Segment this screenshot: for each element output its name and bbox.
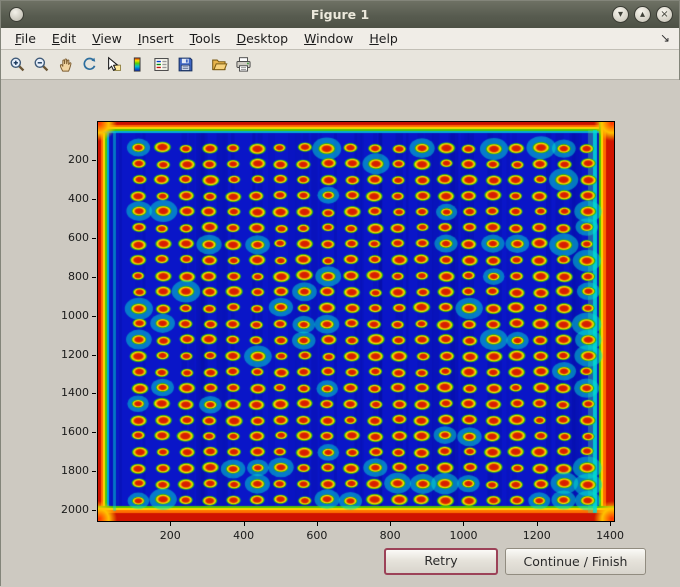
plot-axes — [97, 121, 615, 522]
colorbar-icon[interactable] — [126, 53, 149, 76]
open-folder-icon[interactable] — [208, 53, 231, 76]
tick-mark — [170, 522, 172, 526]
y-tick-label: 1400 — [61, 386, 89, 400]
toolbar — [1, 50, 679, 80]
tick-mark — [610, 522, 612, 526]
maximize-button[interactable]: ▴ — [634, 6, 651, 23]
toolbar-separator — [198, 53, 208, 76]
x-tick-label: 1000 — [449, 529, 478, 542]
tick-mark — [92, 510, 96, 512]
tick-mark — [390, 522, 392, 526]
y-tick-label: 2000 — [61, 503, 89, 517]
window-controls: ▾ ▴ × — [612, 6, 673, 23]
menu-item-insert[interactable]: Insert — [130, 29, 182, 48]
minimize-button[interactable]: ▾ — [612, 6, 629, 23]
save-icon[interactable] — [174, 53, 197, 76]
tick-mark — [92, 471, 96, 473]
pan-hand-icon[interactable] — [54, 53, 77, 76]
figure-window: Figure 1 ▾ ▴ × ↘ File Edit View Insert Tools De… — [0, 0, 680, 587]
y-tick-label: 1200 — [61, 347, 89, 361]
tick-mark — [92, 276, 96, 278]
zoom-out-icon[interactable] — [30, 53, 53, 76]
data-cursor-icon[interactable] — [102, 53, 125, 76]
titlebar[interactable]: Figure 1 ▾ ▴ × — [1, 1, 679, 28]
menubar: ↘ File Edit View Insert Tools Desktop Window He… — [1, 28, 679, 50]
y-tick-label: 1600 — [61, 425, 89, 439]
rotate-3d-icon[interactable] — [78, 53, 101, 76]
menu-item-desktop[interactable]: Desktop — [228, 29, 296, 48]
close-button[interactable]: × — [656, 6, 673, 23]
y-tick-label: 400 — [68, 191, 89, 205]
y-tick-label: 1800 — [61, 464, 89, 478]
tick-mark — [92, 198, 96, 200]
menu-item-tools[interactable]: Tools — [182, 29, 229, 48]
menu-item-view[interactable]: View — [84, 29, 130, 48]
x-tick-label: 600 — [306, 529, 328, 542]
zoom-in-icon[interactable] — [6, 53, 29, 76]
dock-figure-icon[interactable]: ↘ — [660, 31, 670, 45]
x-tick-label: 200 — [159, 529, 181, 542]
y-tick-label: 600 — [68, 230, 89, 244]
retry-button[interactable]: Retry — [384, 548, 498, 575]
window-title: Figure 1 — [310, 7, 370, 22]
x-tick-label: 1400 — [596, 529, 625, 542]
tick-mark — [463, 522, 465, 526]
tick-mark — [92, 432, 96, 434]
tick-mark — [92, 354, 96, 356]
tick-mark — [536, 522, 538, 526]
y-tick-label: 200 — [68, 152, 89, 166]
y-tick-label: 800 — [68, 269, 89, 283]
tick-mark — [92, 237, 96, 239]
menu-item-file[interactable]: File — [7, 29, 44, 48]
tick-mark — [92, 393, 96, 395]
menu-item-help[interactable]: Help — [361, 29, 406, 48]
tick-mark — [92, 159, 96, 161]
y-tick-label: 1000 — [61, 308, 89, 322]
menu-item-edit[interactable]: Edit — [44, 29, 84, 48]
x-tick-label: 800 — [379, 529, 401, 542]
legend-icon[interactable] — [150, 53, 173, 76]
x-tick-label: 400 — [233, 529, 255, 542]
tick-mark — [92, 315, 96, 317]
menu-item-window[interactable]: Window — [296, 29, 361, 48]
print-icon[interactable] — [232, 53, 255, 76]
tick-mark — [316, 522, 318, 526]
tick-mark — [243, 522, 245, 526]
x-tick-label: 1200 — [522, 529, 551, 542]
figure-area: Retry Continue / Finish 200 400 600 800 1000… — [1, 80, 680, 587]
continue-finish-button[interactable]: Continue / Finish — [505, 548, 646, 575]
plate-image — [98, 122, 614, 521]
